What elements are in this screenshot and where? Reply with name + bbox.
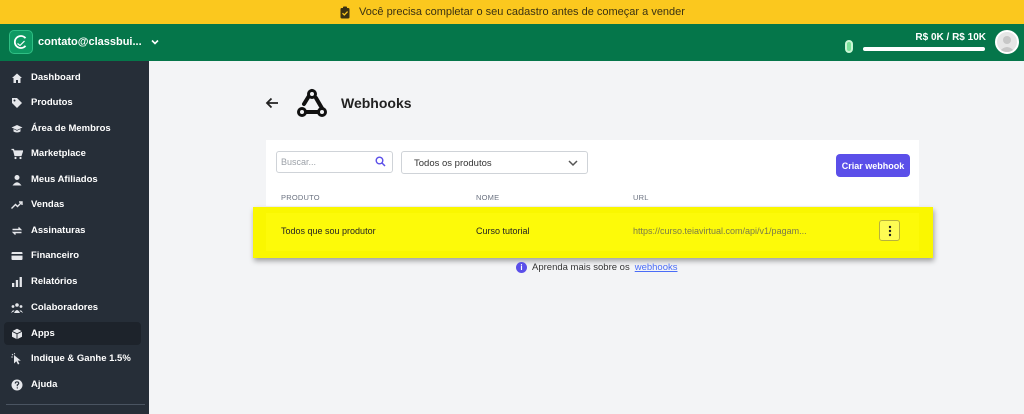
graduation-cap-icon — [10, 122, 23, 135]
cube-icon — [10, 327, 23, 340]
person-icon — [10, 173, 23, 186]
product-select-value: Todos os produtos — [414, 158, 492, 169]
sidebar-item-indique-ganhe[interactable]: Indique & Ganhe 1.5% — [4, 347, 141, 370]
avatar[interactable] — [995, 30, 1019, 54]
bar-chart-icon — [10, 275, 23, 288]
chevron-down-icon — [150, 37, 160, 47]
card-icon — [10, 249, 23, 262]
row-url: https://curso.teiavirtual.com/api/v1/pag… — [633, 226, 807, 236]
trending-icon — [10, 198, 23, 211]
webhook-icon — [294, 86, 330, 120]
notice-banner: Você precisa completar o seu cadastro an… — [0, 0, 1024, 24]
column-header-url: URL — [633, 193, 649, 202]
cart-icon — [10, 147, 23, 160]
goal-progress-bar — [863, 47, 985, 51]
revenue-goal: R$ 0K / R$ 10K — [842, 32, 990, 56]
sidebar-item-label: Área de Membros — [31, 123, 111, 134]
chevron-down-icon — [567, 157, 579, 169]
sidebar-item-vendas[interactable]: Vendas — [4, 193, 141, 216]
column-header-nome: NOME — [476, 193, 500, 202]
app-logo[interactable] — [9, 30, 33, 54]
sidebar-item-area-de-membros[interactable]: Área de Membros — [4, 117, 141, 140]
info-icon: i — [516, 262, 527, 273]
banner-text: Você precisa completar o seu cadastro an… — [359, 6, 685, 18]
sidebar-item-apps[interactable]: Apps — [4, 322, 141, 345]
back-arrow-icon[interactable] — [264, 96, 280, 110]
account-email: contato@classbui... — [38, 36, 142, 48]
sidebar-item-label: Vendas — [31, 199, 65, 210]
sidebar-item-meus-afiliados[interactable]: Meus Afiliados — [4, 168, 141, 191]
account-selector[interactable]: contato@classbui... — [38, 36, 160, 48]
home-icon — [10, 71, 23, 84]
sidebar-item-label: Assinaturas — [31, 225, 86, 236]
sidebar-item-ajuda[interactable]: Ajuda — [4, 373, 141, 396]
create-webhook-button[interactable]: Criar webhook — [836, 154, 910, 177]
filter-panel — [266, 140, 919, 206]
search-input[interactable]: Buscar... — [276, 151, 393, 173]
sidebar-item-label: Apps — [31, 328, 55, 339]
webhooks-link[interactable]: webhooks — [635, 262, 678, 273]
column-header-produto: PRODUTO — [281, 193, 320, 202]
sidebar-item-label: Colaboradores — [31, 302, 99, 313]
clipboard-icon — [339, 6, 351, 19]
goal-text: R$ 0K / R$ 10K — [915, 32, 986, 43]
help-text: Aprenda mais sobre os — [532, 262, 630, 273]
sidebar-item-assinaturas[interactable]: Assinaturas — [4, 219, 141, 242]
sidebar-item-colaboradores[interactable]: Colaboradores — [4, 296, 141, 319]
search-placeholder: Buscar... — [281, 157, 317, 167]
row-menu-button[interactable] — [879, 220, 900, 241]
sidebar: Dashboard Produtos Área de Membros Marke… — [0, 61, 149, 414]
help-line: i Aprenda mais sobre os webhooks — [516, 262, 677, 273]
sidebar-divider — [6, 404, 145, 405]
sidebar-item-marketplace[interactable]: Marketplace — [4, 142, 141, 165]
sidebar-item-dashboard[interactable]: Dashboard — [4, 66, 141, 89]
sidebar-item-label: Dashboard — [31, 72, 81, 83]
sidebar-item-label: Indique & Ganhe 1.5% — [31, 353, 131, 364]
sidebar-item-produtos[interactable]: Produtos — [4, 91, 141, 114]
sidebar-item-relatorios[interactable]: Relatórios — [4, 270, 141, 293]
sidebar-item-label: Meus Afiliados — [31, 174, 98, 185]
question-icon — [10, 378, 23, 391]
recurring-icon — [10, 224, 23, 237]
sidebar-item-financeiro[interactable]: Financeiro — [4, 244, 141, 267]
product-select[interactable]: Todos os produtos — [401, 151, 588, 174]
sidebar-item-label: Ajuda — [31, 379, 58, 390]
top-header: contato@classbui... R$ 0K / R$ 10K — [0, 24, 1024, 61]
goal-indicator-icon — [845, 40, 853, 53]
row-produto: Todos que sou produtor — [281, 226, 376, 236]
sidebar-item-label: Produtos — [31, 97, 73, 108]
sidebar-item-label: Relatórios — [31, 276, 78, 287]
page-title: Webhooks — [341, 95, 412, 111]
kebab-menu-icon — [888, 225, 891, 236]
search-icon[interactable] — [375, 156, 386, 167]
sidebar-item-label: Marketplace — [31, 148, 86, 159]
pointer-icon — [10, 352, 23, 365]
sidebar-item-label: Financeiro — [31, 250, 80, 261]
row-nome: Curso tutorial — [476, 226, 530, 236]
people-icon — [10, 301, 23, 314]
tag-icon — [10, 96, 23, 109]
